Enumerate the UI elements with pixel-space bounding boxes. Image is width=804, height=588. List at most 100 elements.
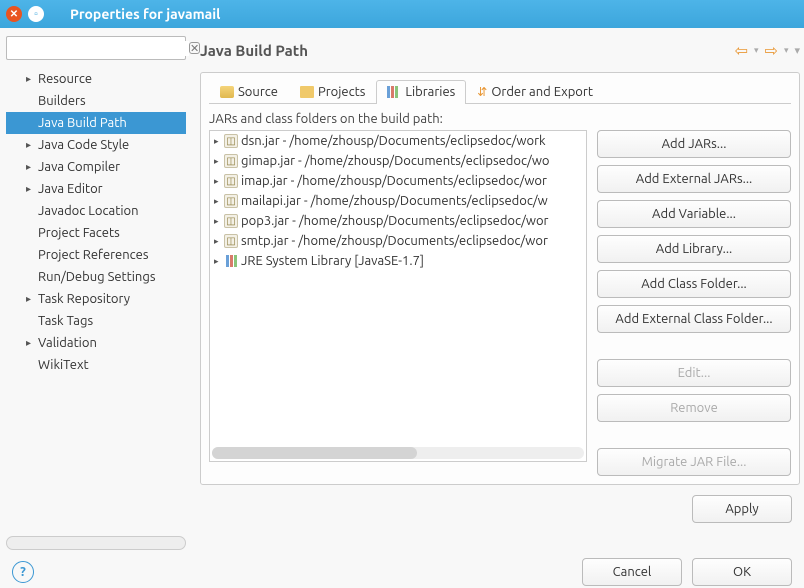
libraries-icon	[387, 86, 401, 98]
tree-expand-icon[interactable]: ▸	[214, 216, 224, 227]
source-icon	[220, 86, 234, 98]
sidebar-item-label: Java Editor	[38, 182, 103, 196]
jar-list-item[interactable]: ▸◫gimap.jar - /home/zhousp/Documents/ecl…	[210, 151, 586, 171]
sidebar-item-java-build-path[interactable]: Java Build Path	[6, 112, 186, 134]
sidebar-item-label: Validation	[38, 336, 97, 350]
tab-source[interactable]: Source	[209, 80, 289, 104]
sidebar-item-label: Resource	[38, 72, 92, 86]
tree-expand-icon[interactable]: ▸	[214, 176, 224, 187]
add-external-class-folder-button[interactable]: Add External Class Folder...	[597, 305, 791, 333]
filter-box[interactable]: ✕	[6, 36, 186, 60]
button-column: Add JARs... Add External JARs... Add Var…	[597, 130, 791, 476]
tab-libraries[interactable]: Libraries	[376, 80, 466, 104]
sidebar-item-builders[interactable]: Builders	[6, 90, 186, 112]
jar-list-item[interactable]: ▸◫mailapi.jar - /home/zhousp/Documents/e…	[210, 191, 586, 211]
tree-expand-icon[interactable]: ▸	[214, 156, 224, 167]
tree-expand-icon[interactable]: ▸	[26, 183, 38, 195]
jar-file-icon: ◫	[224, 134, 238, 148]
edit-button[interactable]: Edit...	[597, 359, 791, 387]
sidebar: ✕ ▸ResourceBuildersJava Build Path▸Java …	[6, 36, 186, 550]
add-library-button[interactable]: Add Library...	[597, 235, 791, 263]
nav-back-menu[interactable]: ▾	[754, 45, 759, 56]
tab-label: Projects	[318, 85, 365, 99]
tree-expand-icon[interactable]: ▸	[214, 196, 224, 207]
sidebar-item-java-compiler[interactable]: ▸Java Compiler	[6, 156, 186, 178]
jar-list-scrollbar[interactable]	[212, 447, 584, 459]
nav-forward-icon[interactable]: ⇨	[765, 41, 778, 60]
jar-list-item[interactable]: ▸◫dsn.jar - /home/zhousp/Documents/eclip…	[210, 131, 586, 151]
jar-file-icon: ◫	[224, 154, 238, 168]
jar-list-item[interactable]: ▸◫imap.jar - /home/zhousp/Documents/ecli…	[210, 171, 586, 191]
jar-list[interactable]: ▸◫dsn.jar - /home/zhousp/Documents/eclip…	[209, 130, 587, 462]
jar-file-icon: ◫	[224, 234, 238, 248]
add-class-folder-button[interactable]: Add Class Folder...	[597, 270, 791, 298]
add-jars-button[interactable]: Add JARs...	[597, 130, 791, 158]
tree-expand-icon[interactable]: ▸	[26, 337, 38, 349]
sidebar-item-wikitext[interactable]: WikiText	[6, 354, 186, 376]
jre-library-icon	[224, 254, 238, 268]
sidebar-item-project-references[interactable]: Project References	[6, 244, 186, 266]
tree-expand-icon[interactable]: ▸	[26, 139, 38, 151]
jar-list-item[interactable]: ▸JRE System Library [JavaSE-1.7]	[210, 251, 586, 271]
sidebar-item-javadoc-location[interactable]: Javadoc Location	[6, 200, 186, 222]
migrate-jar-button[interactable]: Migrate JAR File...	[597, 448, 791, 476]
tree-expand-icon[interactable]: ▸	[214, 136, 224, 147]
nav-back-icon[interactable]: ⇦	[735, 41, 748, 60]
nav-arrows: ⇦ ▾ ⇨ ▾ ▾	[735, 41, 800, 60]
jar-item-label: mailapi.jar - /home/zhousp/Documents/ecl…	[241, 194, 548, 208]
sidebar-item-run-debug-settings[interactable]: Run/Debug Settings	[6, 266, 186, 288]
jar-file-icon: ◫	[224, 174, 238, 188]
footer: ? Cancel OK	[0, 550, 804, 588]
tree-expand-icon[interactable]: ▸	[214, 256, 224, 267]
sidebar-item-task-repository[interactable]: ▸Task Repository	[6, 288, 186, 310]
sidebar-item-project-facets[interactable]: Project Facets	[6, 222, 186, 244]
jar-item-label: gimap.jar - /home/zhousp/Documents/eclip…	[241, 154, 550, 168]
add-external-jars-button[interactable]: Add External JARs...	[597, 165, 791, 193]
apply-button[interactable]: Apply	[692, 495, 792, 523]
tab-order-and-export[interactable]: ⇵Order and Export	[466, 80, 604, 104]
jar-file-icon: ◫	[224, 214, 238, 228]
window-minimize-button[interactable]: ▫	[28, 6, 44, 22]
nav-forward-menu[interactable]: ▾	[784, 45, 789, 56]
jar-file-icon: ◫	[224, 194, 238, 208]
titlebar: ✕ ▫ Properties for javamail	[0, 0, 804, 28]
tree-expand-icon[interactable]: ▸	[26, 293, 38, 305]
sidebar-item-label: Javadoc Location	[38, 204, 139, 218]
content-panel: Source Projects Libraries ⇵Order and Export…	[200, 72, 800, 485]
tab-label: Source	[238, 85, 278, 99]
sidebar-item-java-code-style[interactable]: ▸Java Code Style	[6, 134, 186, 156]
ok-button[interactable]: OK	[692, 558, 792, 586]
jar-list-item[interactable]: ▸◫smtp.jar - /home/zhousp/Documents/ecli…	[210, 231, 586, 251]
sidebar-item-label: Builders	[38, 94, 86, 108]
sidebar-item-java-editor[interactable]: ▸Java Editor	[6, 178, 186, 200]
sidebar-item-resource[interactable]: ▸Resource	[6, 68, 186, 90]
sidebar-item-label: Java Build Path	[38, 116, 127, 130]
jar-item-label: smtp.jar - /home/zhousp/Documents/eclips…	[241, 234, 548, 248]
sidebar-scrollbar[interactable]	[6, 536, 186, 550]
category-tree: ▸ResourceBuildersJava Build Path▸Java Co…	[6, 68, 186, 530]
tab-projects[interactable]: Projects	[289, 80, 376, 104]
filter-input[interactable]	[13, 41, 189, 56]
nav-menu-icon[interactable]: ▾	[794, 44, 800, 57]
window-title: Properties for javamail	[70, 6, 220, 22]
window-close-button[interactable]: ✕	[6, 6, 22, 22]
sidebar-item-label: WikiText	[38, 358, 89, 372]
projects-icon	[300, 86, 314, 98]
tree-expand-icon[interactable]: ▸	[214, 236, 224, 247]
sidebar-item-validation[interactable]: ▸Validation	[6, 332, 186, 354]
sidebar-item-label: Task Repository	[38, 292, 130, 306]
jar-list-item[interactable]: ▸◫pop3.jar - /home/zhousp/Documents/ecli…	[210, 211, 586, 231]
tab-bar: Source Projects Libraries ⇵Order and Export	[209, 79, 791, 104]
tree-expand-icon[interactable]: ▸	[26, 73, 38, 85]
tree-expand-icon[interactable]: ▸	[26, 161, 38, 173]
remove-button[interactable]: Remove	[597, 394, 791, 422]
help-icon[interactable]: ?	[12, 561, 34, 583]
main-panel: Java Build Path ⇦▾ ⇨▾ ▾ SourceProjectsLi…	[186, 36, 800, 550]
cancel-button[interactable]: Cancel	[582, 558, 682, 586]
tab-label: Order and Export	[491, 85, 593, 99]
list-subtitle: JARs and class folders on the build path…	[209, 112, 791, 126]
jar-item-label: dsn.jar - /home/zhousp/Documents/eclipse…	[241, 134, 546, 148]
sidebar-item-task-tags[interactable]: Task Tags	[6, 310, 186, 332]
tab-label: Libraries	[405, 85, 455, 99]
add-variable-button[interactable]: Add Variable...	[597, 200, 791, 228]
